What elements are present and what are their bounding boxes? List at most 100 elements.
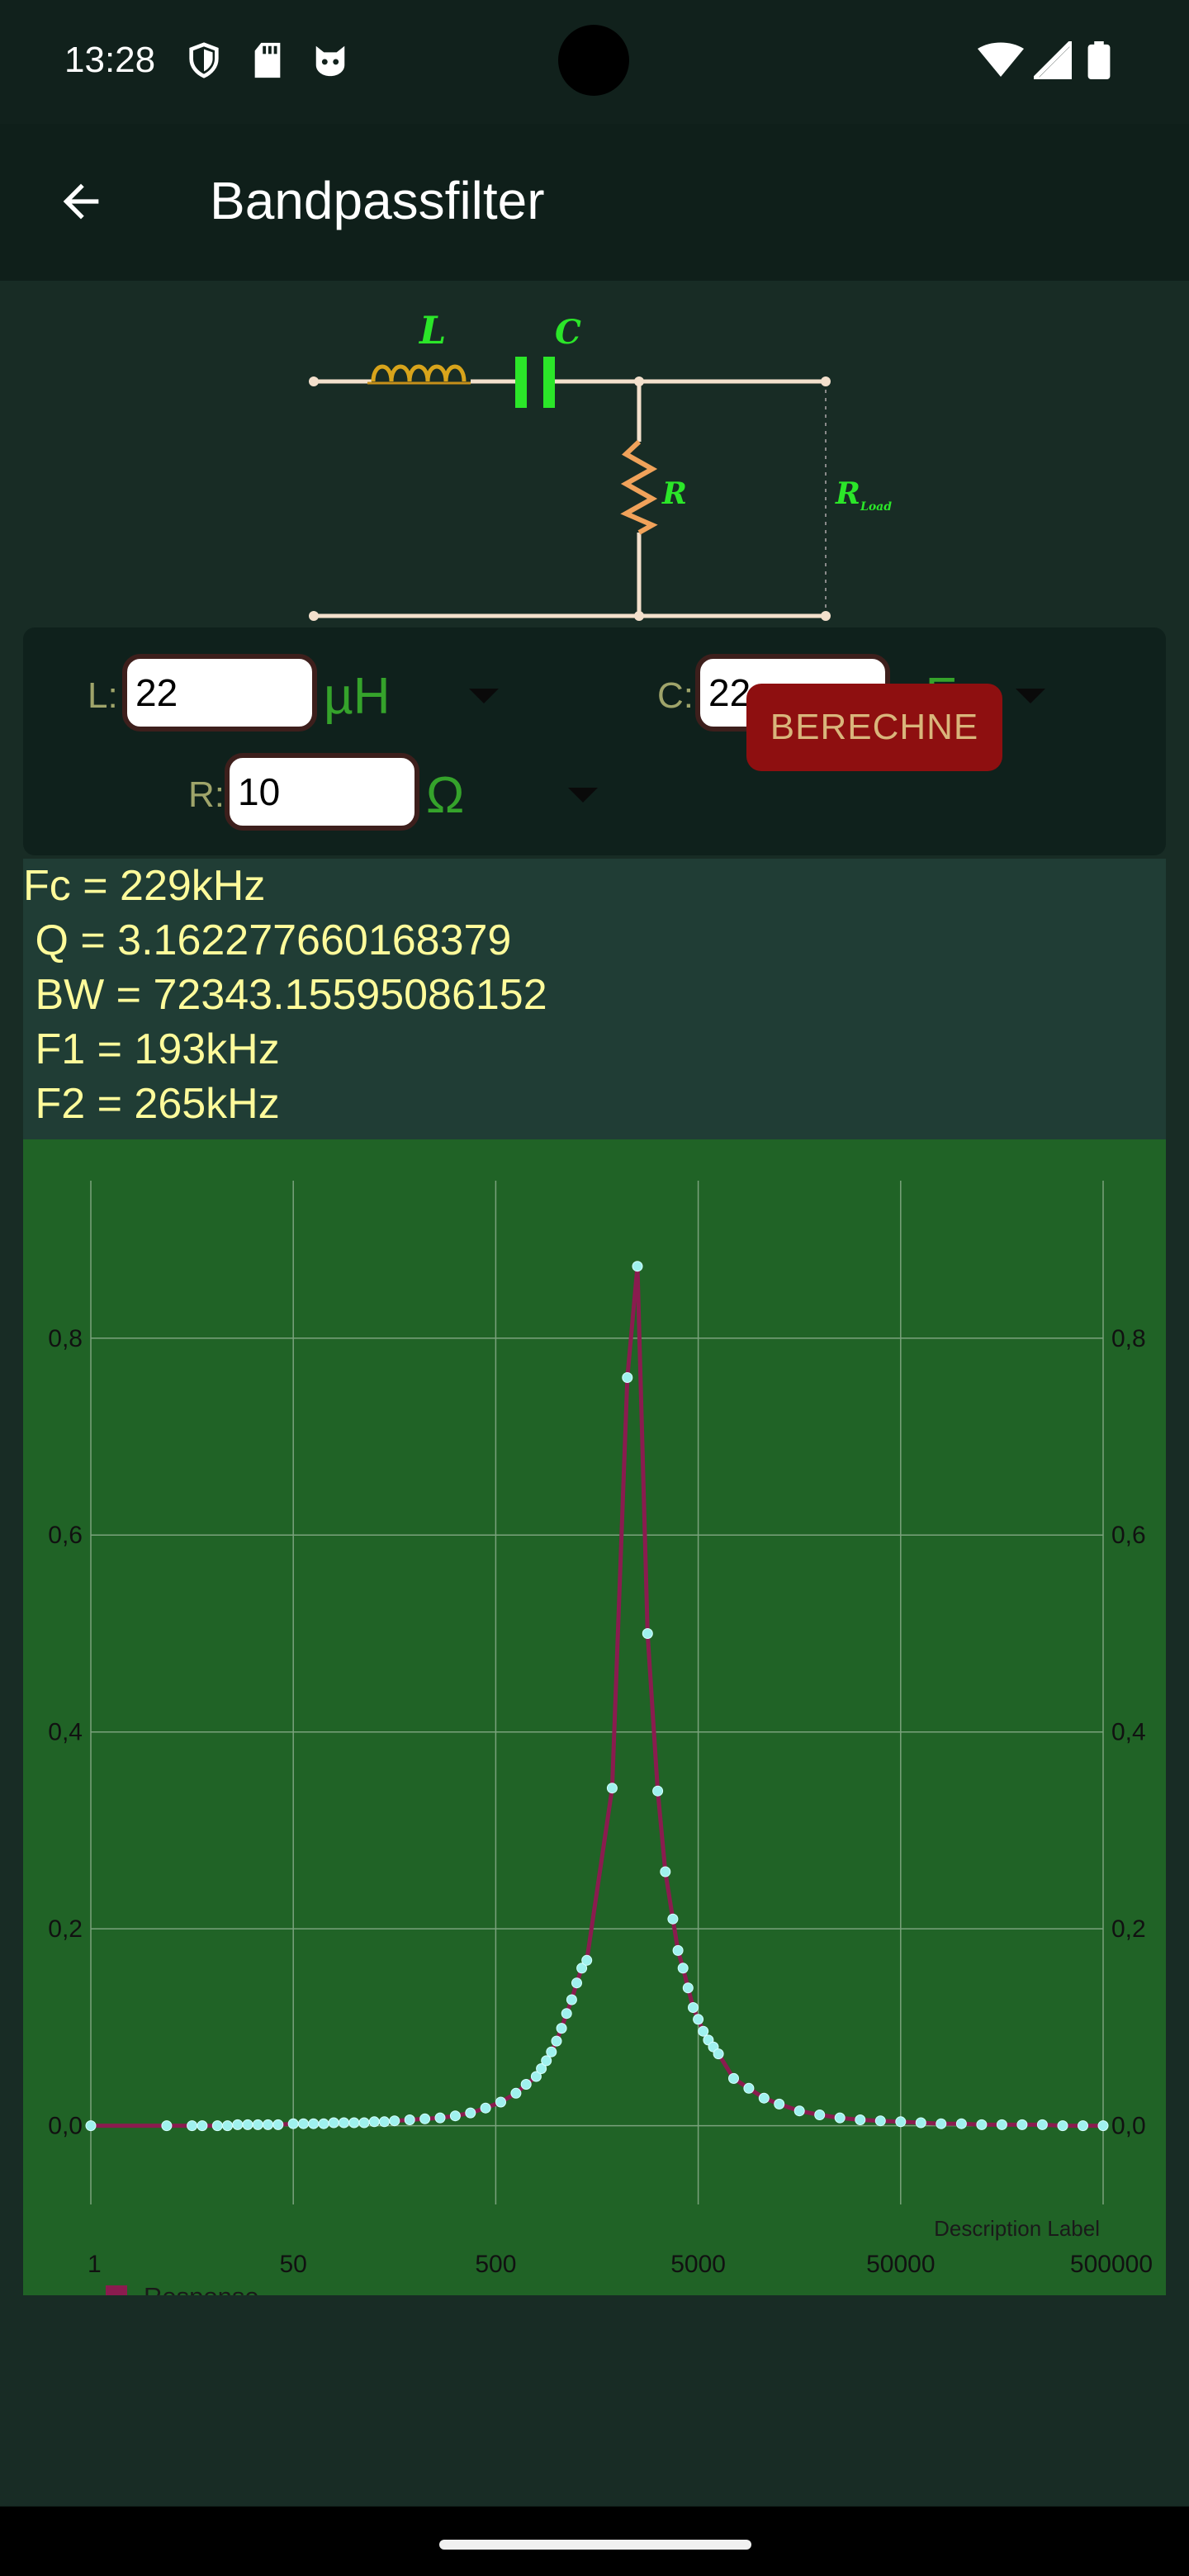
data-point: [996, 2119, 1007, 2130]
data-point: [368, 2116, 380, 2128]
camera-cutout: [558, 25, 629, 96]
y-tick-label-left: 0,0: [48, 2113, 83, 2140]
inductance-unit-dropdown[interactable]: [469, 689, 499, 703]
data-point: [874, 2115, 886, 2127]
data-point: [358, 2117, 370, 2129]
back-button[interactable]: [40, 160, 122, 243]
data-point: [774, 2098, 785, 2110]
x-tick-label: 50: [280, 2251, 307, 2278]
data-point: [693, 2014, 704, 2025]
capacitance-unit-dropdown[interactable]: [1016, 689, 1045, 703]
data-point: [561, 2008, 572, 2020]
data-point: [389, 2115, 400, 2127]
data-point: [379, 2116, 390, 2128]
resistor-symbol: [620, 439, 658, 535]
inductance-label: L:: [88, 675, 118, 716]
data-point: [677, 1963, 689, 1974]
data-point: [232, 2119, 244, 2130]
resistance-input[interactable]: [225, 753, 419, 831]
data-point: [713, 2048, 724, 2060]
data-point: [895, 2116, 907, 2128]
navigation-bar: [0, 2507, 1189, 2576]
shield-icon: [189, 42, 219, 78]
app-bar: Bandpassfilter: [0, 124, 1189, 281]
data-point: [1057, 2120, 1068, 2132]
data-point: [187, 2120, 198, 2132]
data-point: [855, 2114, 866, 2125]
data-point: [571, 1977, 582, 1989]
data-point: [660, 1866, 671, 1878]
data-point: [976, 2119, 988, 2130]
y-tick-label-right: 0,4: [1111, 1719, 1146, 1746]
data-point: [348, 2117, 360, 2129]
data-point: [197, 2120, 208, 2132]
circuit-nodes: [309, 376, 831, 621]
data-point: [652, 1785, 664, 1797]
data-point: [1078, 2120, 1088, 2132]
resistance-unit-dropdown[interactable]: [568, 788, 598, 803]
data-point: [510, 2087, 522, 2099]
x-tick-label: 1: [88, 2251, 102, 2278]
data-point: [667, 1913, 679, 1925]
capacitance-label: C:: [657, 675, 694, 716]
data-point: [642, 1628, 653, 1639]
data-point: [814, 2110, 826, 2120]
data-point: [1036, 2119, 1048, 2130]
data-point: [1016, 2119, 1028, 2130]
data-point: [308, 2118, 320, 2129]
chart-description-label: Description Label: [934, 2216, 1100, 2241]
x-tick-label: 50000: [866, 2251, 935, 2278]
y-tick-label-left: 0,2: [48, 1915, 83, 1943]
data-point: [728, 2072, 739, 2084]
data-point: [480, 2102, 491, 2114]
cat-icon: [315, 45, 345, 77]
data-point: [688, 2002, 699, 2013]
data-point: [318, 2118, 329, 2129]
signal-icon: [1034, 41, 1072, 79]
data-point: [85, 2120, 97, 2132]
calculate-button[interactable]: BERECHNE: [746, 684, 1002, 771]
load-resistor-label: R: [835, 476, 860, 511]
data-point: [682, 1982, 694, 1994]
sd-card-icon: [254, 42, 281, 78]
y-tick-label-right: 0,8: [1111, 1325, 1146, 1352]
data-point: [622, 1372, 633, 1383]
data-point: [566, 1994, 577, 2005]
page-title: Bandpassfilter: [210, 171, 545, 230]
data-point: [1097, 2120, 1109, 2132]
data-point: [404, 2114, 415, 2125]
y-tick-label-right: 0,0: [1111, 2113, 1146, 2140]
data-point: [211, 2120, 223, 2132]
data-point: [419, 2113, 431, 2124]
data-point: [743, 2082, 755, 2094]
content: L C R R Load L: µH C: nF R: Ω BERECHNE F…: [0, 281, 1189, 2506]
response-chart[interactable]: 0,0 0,0 0,2 0,2 0,4 0,4 0,6 0,6 0,8 0,8 1 50 500 5000…: [23, 1139, 1166, 2295]
y-tick-label-left: 0,6: [48, 1522, 83, 1549]
data-point: [551, 2035, 562, 2047]
result-center-frequency: Fc = 229kHz: [23, 862, 266, 910]
load-resistor-subscript: Load: [860, 500, 892, 514]
legend-swatch-response: [106, 2285, 127, 2295]
data-point: [834, 2112, 846, 2124]
resistance-label: R:: [188, 774, 225, 815]
data-point: [758, 2092, 770, 2104]
y-tick-label-left: 0,8: [48, 1325, 83, 1352]
data-point: [287, 2118, 299, 2129]
data-point: [495, 2096, 506, 2108]
capacitor-label: C: [555, 313, 581, 352]
data-point: [581, 1954, 593, 1966]
resistance-unit: Ω: [426, 767, 465, 824]
data-point: [449, 2110, 461, 2122]
data-point: [672, 1944, 684, 1956]
status-bar: 13:28: [0, 0, 1189, 124]
circuit-diagram: L C R R Load: [309, 308, 892, 621]
data-point: [556, 2023, 567, 2034]
y-tick-label-right: 0,2: [1111, 1915, 1146, 1943]
inductance-input[interactable]: [122, 654, 317, 732]
data-point: [161, 2120, 173, 2132]
data-point: [328, 2117, 339, 2129]
result-quality-factor: Q = 3.162277660168379: [23, 916, 512, 964]
home-gesture-handle[interactable]: [439, 2540, 751, 2550]
series-line-response: [91, 1264, 1103, 2129]
resistor-label: R: [661, 476, 687, 511]
